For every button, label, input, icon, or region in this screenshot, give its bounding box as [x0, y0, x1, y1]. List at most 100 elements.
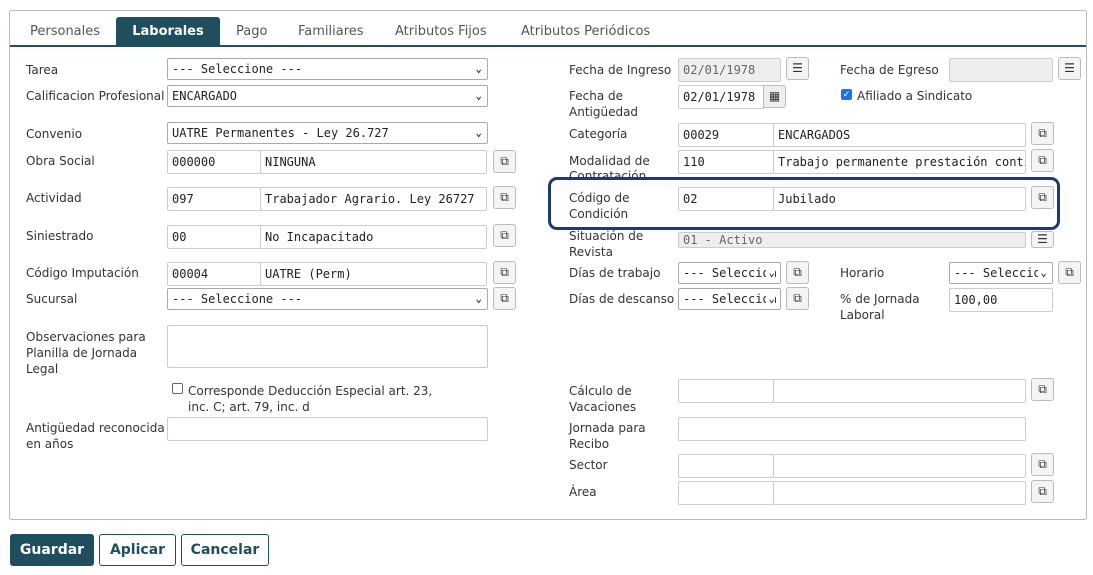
list-icon[interactable]: ☰: [1031, 231, 1054, 248]
codigo-imputacion-desc[interactable]: UATRE (Perm): [260, 262, 487, 286]
modalidad-desc[interactable]: Trabajo permanente prestación continua L…: [773, 150, 1026, 174]
dias-descanso-value: --- Seleccion: [683, 292, 777, 306]
categoria-label: Categoría: [569, 127, 628, 141]
antiguedad-reconocida-label-1: Antigüedad reconocida: [26, 421, 165, 435]
pct-jornada-input[interactable]: 100,00: [949, 288, 1053, 312]
actividad-desc[interactable]: Trabajador Agrario. Ley 26727: [260, 187, 487, 211]
categoria-code[interactable]: 00029: [678, 123, 774, 147]
fecha-antiguedad-label-2: Antigüedad: [569, 105, 639, 119]
deduccion-checkbox[interactable]: [172, 383, 183, 394]
external-link-icon[interactable]: ⧉: [493, 224, 516, 247]
observaciones-textarea[interactable]: [167, 325, 488, 368]
deduccion-label-1: Corresponde Deducción Especial art. 23,: [188, 384, 433, 398]
external-link-icon[interactable]: ⧉: [1031, 378, 1054, 401]
fecha-ingreso-label: Fecha de Ingreso: [569, 63, 672, 77]
afiliado-checkbox[interactable]: ✓: [841, 89, 852, 100]
modalidad-code[interactable]: 110: [678, 150, 774, 174]
external-link-icon[interactable]: ⧉: [493, 150, 516, 173]
sucursal-value: --- Seleccione ---: [172, 292, 303, 306]
tab-personales[interactable]: Personales: [20, 17, 110, 47]
dias-descanso-select[interactable]: --- Seleccion ⌄: [678, 288, 781, 310]
fecha-antiguedad-input[interactable]: 02/01/1978: [678, 85, 764, 109]
sector-code[interactable]: [678, 454, 774, 478]
horario-value: --- Seleccion: [954, 266, 1048, 280]
tab-familiares[interactable]: Familiares: [288, 17, 374, 47]
chevron-down-icon: ⌄: [766, 289, 775, 309]
antiguedad-reconocida-label-2: en años: [26, 437, 74, 451]
area-desc[interactable]: [773, 481, 1026, 505]
calculo-vacaciones-label-1: Cálculo de: [569, 384, 632, 398]
aplicar-button[interactable]: Aplicar: [99, 534, 176, 566]
observaciones-label-2: Planilla de Jornada: [26, 346, 138, 360]
external-link-icon[interactable]: ⧉: [1031, 453, 1054, 476]
calificacion-label: Calificacion Profesional: [26, 89, 165, 103]
dias-trabajo-label: Días de trabajo: [569, 266, 661, 280]
external-link-icon[interactable]: ⧉: [493, 186, 516, 209]
horario-select[interactable]: --- Seleccion ⌄: [949, 262, 1053, 284]
sector-label: Sector: [569, 458, 608, 472]
sector-desc[interactable]: [773, 454, 1026, 478]
obra-social-desc[interactable]: NINGUNA: [260, 150, 487, 174]
external-link-icon[interactable]: ⧉: [786, 261, 809, 284]
convenio-value: UATRE Permanentes - Ley 26.727: [172, 126, 389, 140]
external-link-icon[interactable]: ⧉: [493, 287, 516, 310]
sucursal-select[interactable]: --- Seleccione --- ⌄: [167, 288, 488, 310]
tab-atributos-periodicos[interactable]: Atributos Periódicos: [511, 17, 660, 47]
fecha-egreso-input: [949, 58, 1053, 82]
calificacion-value: ENCARGADO: [172, 89, 238, 103]
situacion-revista-label-2: Revista: [569, 245, 613, 259]
fecha-ingreso-input: 02/01/1978: [678, 58, 781, 82]
list-icon[interactable]: ☰: [1058, 57, 1081, 80]
actividad-code[interactable]: 097: [167, 187, 261, 211]
external-link-icon[interactable]: ⧉: [786, 287, 809, 310]
tab-pago[interactable]: Pago: [226, 17, 277, 47]
calendar-icon[interactable]: ▦: [763, 85, 786, 108]
obra-social-code[interactable]: 000000: [167, 150, 261, 174]
highlight-outline: [548, 177, 1060, 230]
calculo-vacaciones-code[interactable]: [678, 379, 774, 403]
chevron-down-icon: ⌄: [475, 292, 482, 305]
sucursal-label: Sucursal: [26, 292, 78, 306]
dias-trabajo-select[interactable]: --- Seleccion ⌄: [678, 262, 781, 284]
actividad-label: Actividad: [26, 191, 82, 205]
cancelar-button[interactable]: Cancelar: [181, 534, 269, 566]
horario-label: Horario: [840, 266, 885, 280]
jornada-recibo-input[interactable]: [678, 417, 1026, 441]
guardar-button[interactable]: Guardar: [10, 534, 94, 566]
categoria-desc[interactable]: ENCARGADOS: [773, 123, 1026, 147]
tab-laborales[interactable]: Laborales: [116, 17, 220, 47]
siniestrado-desc[interactable]: No Incapacitado: [260, 225, 487, 249]
convenio-select[interactable]: UATRE Permanentes - Ley 26.727 ⌄: [167, 122, 488, 144]
deduccion-label-2: inc. C; art. 79, inc. d: [188, 400, 310, 414]
dias-descanso-label: Días de descanso: [569, 292, 675, 306]
chevron-down-icon: ⌄: [1038, 263, 1047, 283]
pct-jornada-label-2: Laboral: [840, 308, 885, 322]
modalidad-label-1: Modalidad de: [569, 154, 650, 168]
tarea-select[interactable]: --- Seleccione --- ⌄: [167, 58, 488, 80]
dias-trabajo-value: --- Seleccion: [683, 266, 777, 280]
tarea-label: Tarea: [26, 63, 59, 77]
observaciones-label-3: Legal: [26, 362, 59, 376]
antiguedad-reconocida-input[interactable]: [167, 417, 488, 441]
chevron-down-icon: ⌄: [475, 126, 482, 139]
external-link-icon[interactable]: ⧉: [1058, 261, 1081, 284]
situacion-revista-input: 01 - Activo: [678, 232, 1026, 248]
siniestrado-code[interactable]: 00: [167, 225, 261, 249]
external-link-icon[interactable]: ⧉: [493, 261, 516, 284]
tab-atributos-fijos[interactable]: Atributos Fijos: [385, 17, 497, 47]
external-link-icon[interactable]: ⧉: [1031, 149, 1054, 172]
external-link-icon[interactable]: ⧉: [1031, 122, 1054, 145]
chevron-down-icon: ⌄: [475, 89, 482, 102]
observaciones-label-1: Observaciones para: [26, 330, 146, 344]
fecha-egreso-label: Fecha de Egreso: [840, 63, 939, 77]
list-icon[interactable]: ☰: [786, 57, 809, 80]
calificacion-select[interactable]: ENCARGADO ⌄: [167, 85, 488, 107]
tarea-value: --- Seleccione ---: [172, 62, 303, 76]
codigo-imputacion-code[interactable]: 00004: [167, 262, 261, 286]
afiliado-label: Afiliado a Sindicato: [857, 89, 973, 103]
pct-jornada-label-1: % de Jornada: [840, 292, 920, 306]
area-code[interactable]: [678, 481, 774, 505]
convenio-label: Convenio: [26, 127, 83, 141]
external-link-icon[interactable]: ⧉: [1031, 480, 1054, 503]
calculo-vacaciones-desc[interactable]: [773, 379, 1026, 403]
